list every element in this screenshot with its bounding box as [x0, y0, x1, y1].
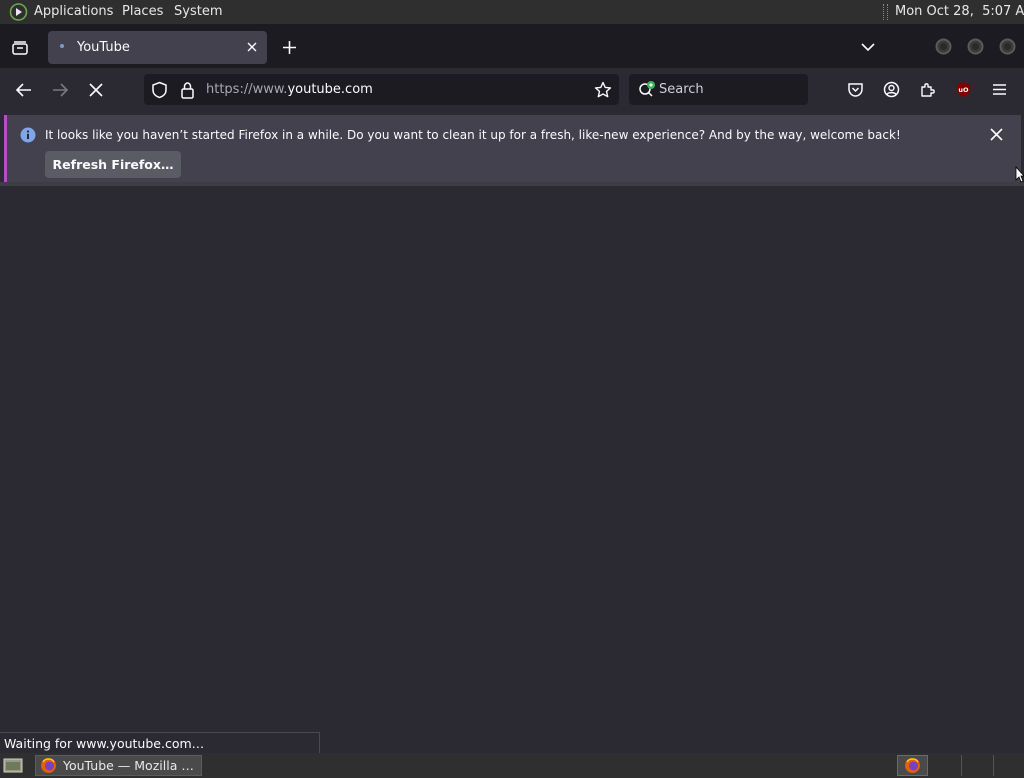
info-icon — [20, 127, 36, 143]
window-minimize-button[interactable] — [935, 38, 952, 55]
panel-clock[interactable]: Mon Oct 28, 5:07 AM — [895, 4, 1024, 19]
tab-title: YouTube — [77, 40, 130, 55]
firefox-view-icon[interactable] — [11, 39, 29, 56]
svg-text:uO: uO — [958, 86, 969, 94]
workspace-switcher[interactable] — [897, 755, 928, 776]
url-text[interactable]: https://www.youtube.com — [206, 82, 373, 97]
url-prefix: https://www. — [206, 82, 288, 97]
distro-logo-icon[interactable] — [9, 3, 28, 21]
extensions-puzzle-icon[interactable] — [919, 81, 936, 98]
tab-close-icon[interactable] — [246, 41, 258, 53]
forward-arrow-icon[interactable] — [51, 82, 69, 98]
notification-close-icon[interactable] — [989, 127, 1004, 142]
tracking-protection-shield-icon[interactable] — [151, 81, 168, 99]
search-engine-icon[interactable] — [638, 80, 658, 98]
pocket-icon[interactable] — [847, 81, 864, 98]
mouse-cursor-icon — [1015, 166, 1024, 184]
top-panel: Applications Places System Mon Oct 28, 5… — [0, 0, 1024, 24]
lock-icon[interactable] — [180, 81, 195, 99]
workspace-divider — [993, 755, 994, 776]
stop-loading-icon[interactable] — [88, 82, 104, 98]
workspace-firefox-icon — [904, 757, 921, 774]
notification-message: It looks like you haven’t started Firefo… — [45, 128, 901, 142]
bookmark-star-icon[interactable] — [594, 81, 612, 99]
window-maximize-button[interactable] — [967, 38, 984, 55]
list-all-tabs-chevron-icon[interactable] — [861, 42, 875, 52]
taskbar-window-label: YouTube — Mozilla … — [63, 758, 194, 773]
workspace-divider — [961, 755, 962, 776]
status-panel: Waiting for www.youtube.com… — [0, 732, 320, 753]
ublock-origin-icon[interactable]: uO — [955, 81, 972, 98]
hamburger-menu-icon[interactable] — [991, 82, 1008, 97]
show-desktop-icon[interactable] — [3, 757, 23, 774]
menu-applications[interactable]: Applications — [34, 4, 113, 19]
search-placeholder: Search — [659, 82, 704, 97]
taskbar-firefox-window[interactable]: YouTube — Mozilla … — [35, 755, 202, 776]
firefox-logo-icon — [40, 757, 57, 774]
menu-system[interactable]: System — [174, 4, 222, 19]
new-tab-button[interactable] — [282, 40, 297, 55]
panel-separator — [883, 4, 888, 20]
window-close-button[interactable] — [999, 38, 1016, 55]
page-content-area[interactable] — [0, 186, 1024, 753]
back-arrow-icon[interactable] — [15, 82, 33, 98]
url-domain: youtube.com — [287, 82, 373, 97]
account-icon[interactable] — [883, 81, 900, 98]
tab-loading-icon — [60, 44, 64, 48]
menu-places[interactable]: Places — [122, 4, 163, 19]
refresh-firefox-button[interactable]: Refresh Firefox… — [45, 151, 181, 178]
